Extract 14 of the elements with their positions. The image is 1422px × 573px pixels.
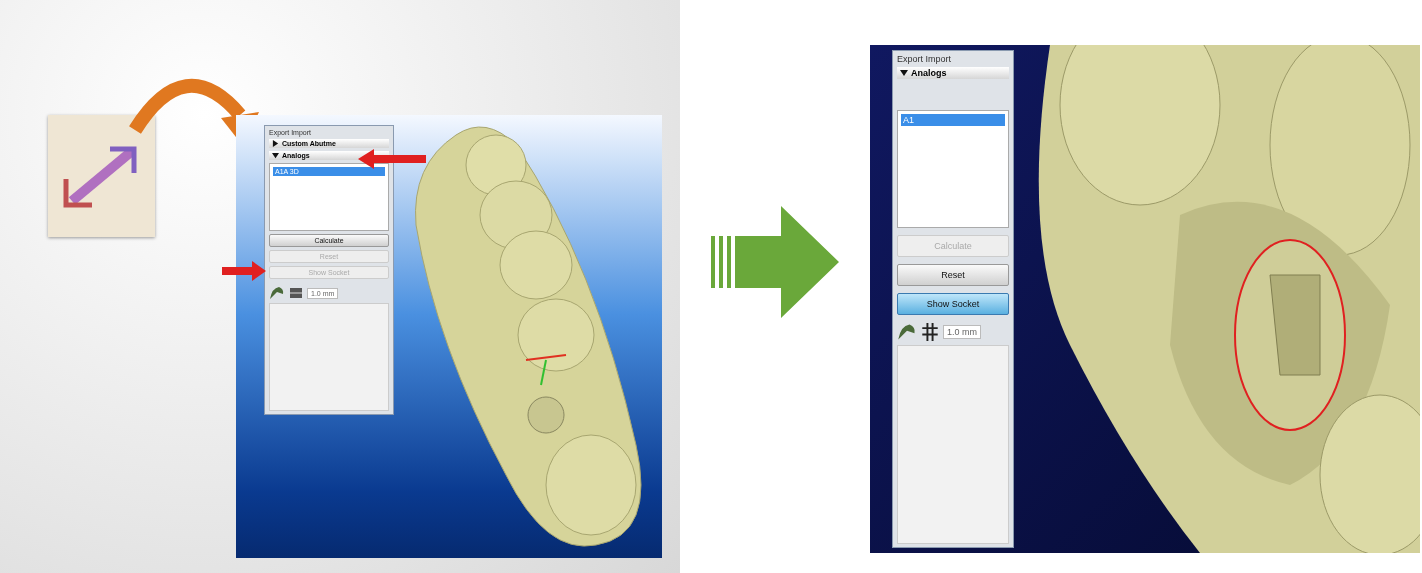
collapsed-triangle-icon	[272, 140, 279, 147]
right-arrow-icon	[711, 205, 839, 318]
section-header[interactable]: Analogs	[897, 67, 1009, 79]
panel-title: Export Import	[897, 54, 953, 64]
expanded-triangle-icon	[900, 69, 908, 77]
offset-field[interactable]: 1.0 mm	[943, 325, 981, 339]
grid-icon[interactable]	[922, 323, 938, 341]
pointer-arrow-icon	[358, 149, 426, 169]
grid-icon[interactable]	[290, 287, 302, 299]
list-item[interactable]: A1	[901, 114, 1005, 126]
pointer-arrow-icon	[222, 261, 266, 281]
panel-button[interactable]: Show Socket	[897, 293, 1009, 315]
panel-button[interactable]: Reset	[897, 264, 1009, 286]
expanded-triangle-icon	[272, 152, 279, 159]
